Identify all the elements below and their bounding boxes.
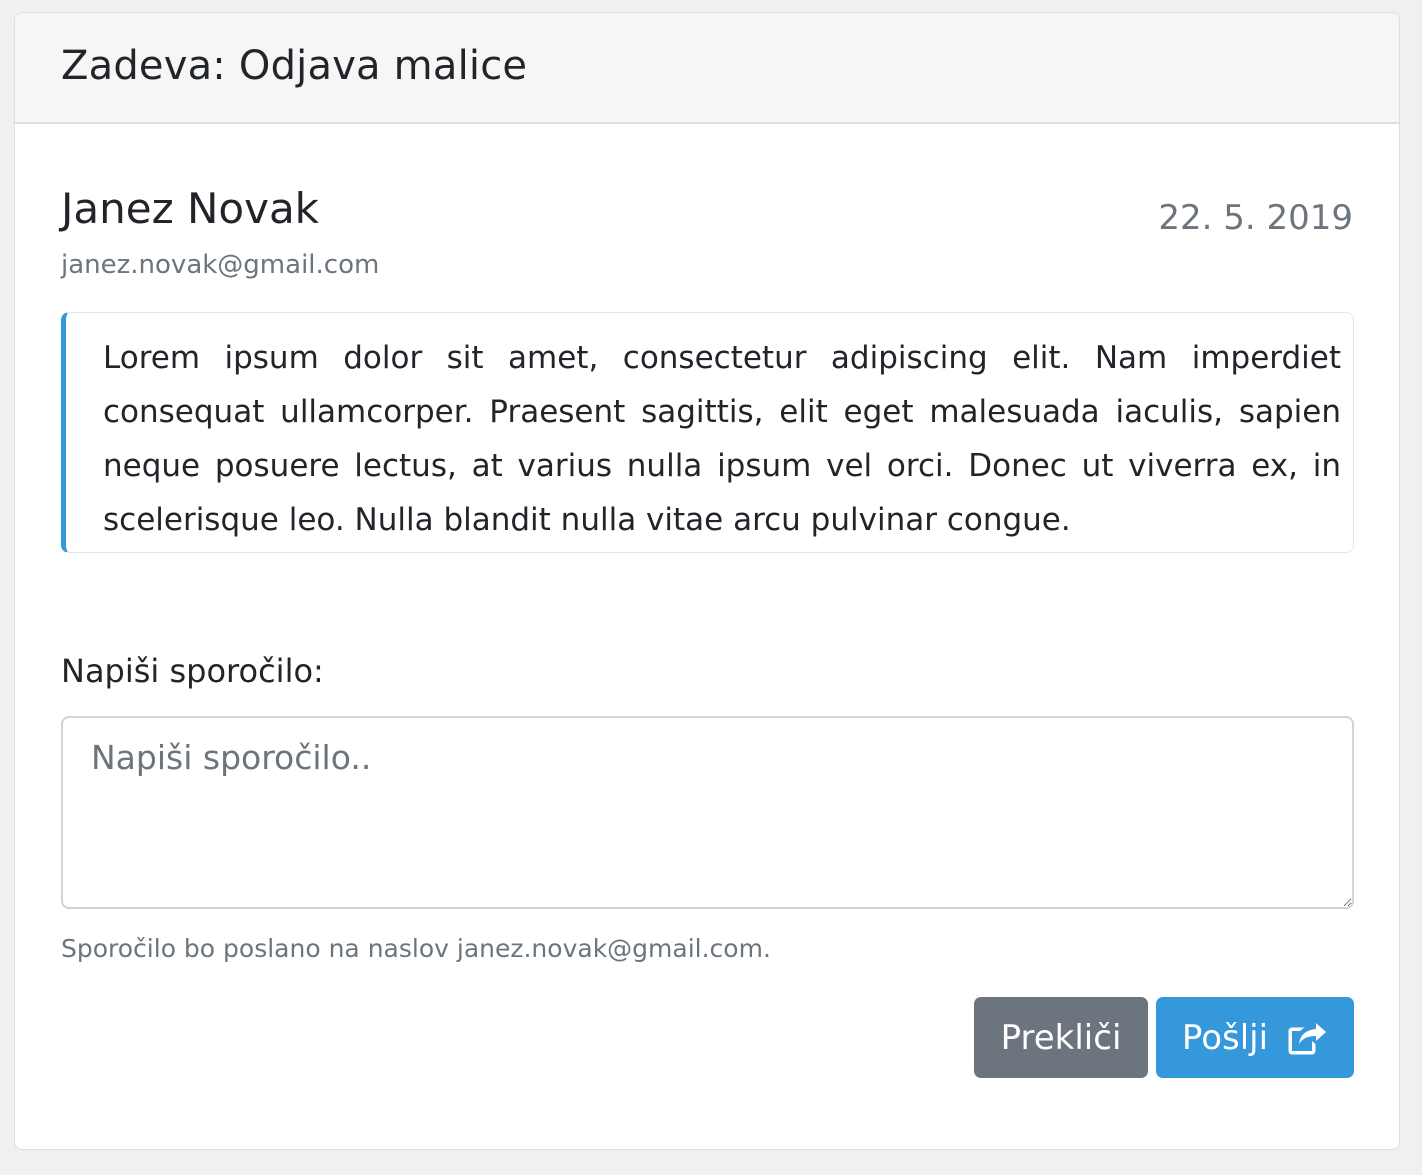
reply-help-text: Sporočilo bo poslano na naslov janez.nov… — [61, 934, 771, 963]
sender-name: Janez Novak — [61, 184, 320, 233]
cancel-button[interactable]: Prekliči — [974, 997, 1148, 1078]
send-button-label: Pošlji — [1181, 1017, 1269, 1058]
message-date: 22. 5. 2019 — [1158, 198, 1353, 238]
cancel-button-label: Prekliči — [1000, 1017, 1122, 1058]
message-body-text: Lorem ipsum dolor sit amet, consectetur … — [103, 340, 1341, 538]
card-header: Zadeva: Odjava malice — [15, 13, 1399, 124]
message-body-quote: Lorem ipsum dolor sit amet, consectetur … — [61, 312, 1354, 553]
reply-label: Napiši sporočilo: — [61, 652, 324, 690]
message-card: Zadeva: Odjava malice Janez Novak janez.… — [14, 12, 1400, 1150]
reply-field-wrapper — [61, 716, 1354, 909]
sender-email: janez.novak@gmail.com — [61, 250, 380, 280]
reply-textarea[interactable] — [61, 716, 1354, 909]
send-button[interactable]: Pošlji — [1156, 997, 1354, 1078]
share-square-icon — [1288, 1022, 1327, 1054]
subject-title: Zadeva: Odjava malice — [61, 42, 528, 89]
